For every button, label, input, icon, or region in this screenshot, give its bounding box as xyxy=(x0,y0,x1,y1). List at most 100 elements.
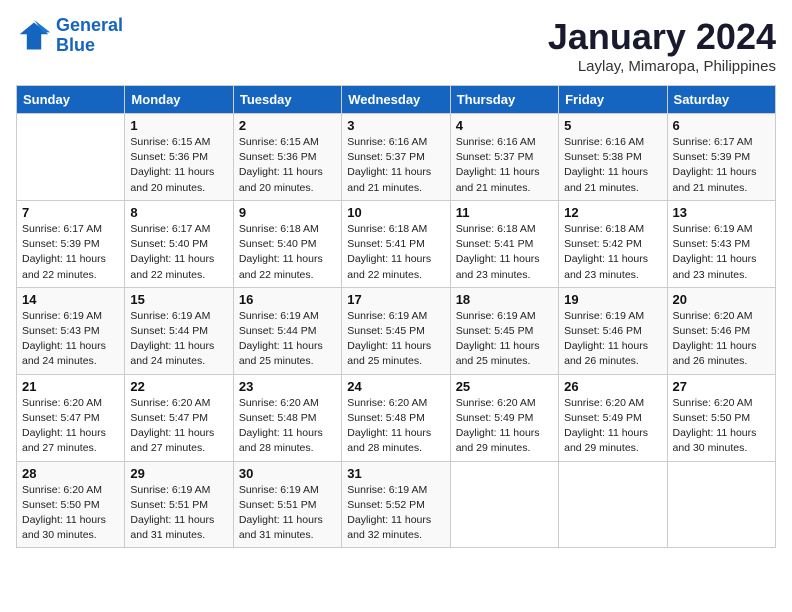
calendar-header-cell: Thursday xyxy=(450,86,558,114)
logo-line1: General xyxy=(56,15,123,35)
calendar-day-cell: 24 Sunrise: 6:20 AMSunset: 5:48 PMDayligh… xyxy=(342,374,450,461)
calendar-day-cell: 19 Sunrise: 6:19 AMSunset: 5:46 PMDayligh… xyxy=(559,287,667,374)
calendar-day-cell: 10 Sunrise: 6:18 AMSunset: 5:41 PMDayligh… xyxy=(342,200,450,287)
calendar-day-cell: 5Sunrise: 6:16 AMSunset: 5:38 PMDaylight… xyxy=(559,114,667,201)
day-number: 28 xyxy=(22,466,119,481)
calendar-week-row: 28 Sunrise: 6:20 AMSunset: 5:50 PMDayligh… xyxy=(17,461,776,548)
day-info: Sunrise: 6:17 AMSunset: 5:39 PMDaylight:… xyxy=(673,135,770,196)
calendar-day-cell: 14 Sunrise: 6:19 AMSunset: 5:43 PMDayligh… xyxy=(17,287,125,374)
day-info: Sunrise: 6:17 AMSunset: 5:39 PMDaylight:… xyxy=(22,222,119,283)
calendar-day-cell: 28 Sunrise: 6:20 AMSunset: 5:50 PMDayligh… xyxy=(17,461,125,548)
day-number: 20 xyxy=(673,292,770,307)
day-info: Sunrise: 6:19 AMSunset: 5:43 PMDaylight:… xyxy=(22,309,119,370)
day-info: Sunrise: 6:19 AMSunset: 5:45 PMDaylight:… xyxy=(456,309,553,370)
calendar-header-cell: Monday xyxy=(125,86,233,114)
day-info: Sunrise: 6:17 AMSunset: 5:40 PMDaylight:… xyxy=(130,222,227,283)
calendar-day-cell: 25Sunrise: 6:20 AMSunset: 5:49 PMDayligh… xyxy=(450,374,558,461)
day-number: 11 xyxy=(456,205,553,220)
calendar-day-cell: 30Sunrise: 6:19 AMSunset: 5:51 PMDayligh… xyxy=(233,461,341,548)
calendar-day-cell: 21 Sunrise: 6:20 AMSunset: 5:47 PMDayligh… xyxy=(17,374,125,461)
day-info: Sunrise: 6:20 AMSunset: 5:46 PMDaylight:… xyxy=(673,309,770,370)
calendar-day-cell xyxy=(667,461,775,548)
day-info: Sunrise: 6:16 AMSunset: 5:38 PMDaylight:… xyxy=(564,135,661,196)
calendar-header-cell: Sunday xyxy=(17,86,125,114)
day-number: 24 xyxy=(347,379,444,394)
calendar-day-cell: 31 Sunrise: 6:19 AMSunset: 5:52 PMDayligh… xyxy=(342,461,450,548)
calendar-day-cell: 1Sunrise: 6:15 AMSunset: 5:36 PMDaylight… xyxy=(125,114,233,201)
day-number: 19 xyxy=(564,292,661,307)
calendar-day-cell: 29 Sunrise: 6:19 AMSunset: 5:51 PMDayligh… xyxy=(125,461,233,548)
calendar-header-row: SundayMondayTuesdayWednesdayThursdayFrid… xyxy=(17,86,776,114)
day-info: Sunrise: 6:20 AMSunset: 5:47 PMDaylight:… xyxy=(130,396,227,457)
calendar-header-cell: Wednesday xyxy=(342,86,450,114)
day-number: 21 xyxy=(22,379,119,394)
day-info: Sunrise: 6:20 AMSunset: 5:48 PMDaylight:… xyxy=(239,396,336,457)
calendar-day-cell: 20 Sunrise: 6:20 AMSunset: 5:46 PMDayligh… xyxy=(667,287,775,374)
day-number: 4 xyxy=(456,118,553,133)
day-number: 31 xyxy=(347,466,444,481)
day-info: Sunrise: 6:20 AMSunset: 5:49 PMDaylight:… xyxy=(456,396,553,457)
calendar-day-cell: 22Sunrise: 6:20 AMSunset: 5:47 PMDayligh… xyxy=(125,374,233,461)
day-info: Sunrise: 6:20 AMSunset: 5:49 PMDaylight:… xyxy=(564,396,661,457)
day-number: 9 xyxy=(239,205,336,220)
calendar-day-cell: 7 Sunrise: 6:17 AMSunset: 5:39 PMDaylight… xyxy=(17,200,125,287)
day-info: Sunrise: 6:19 AMSunset: 5:52 PMDaylight:… xyxy=(347,483,444,544)
day-info: Sunrise: 6:19 AMSunset: 5:51 PMDaylight:… xyxy=(239,483,336,544)
calendar-week-row: 1Sunrise: 6:15 AMSunset: 5:36 PMDaylight… xyxy=(17,114,776,201)
calendar-day-cell: 3Sunrise: 6:16 AMSunset: 5:37 PMDaylight… xyxy=(342,114,450,201)
calendar-day-cell: 12 Sunrise: 6:18 AMSunset: 5:42 PMDayligh… xyxy=(559,200,667,287)
logo-text: General Blue xyxy=(56,16,123,56)
calendar-day-cell: 16Sunrise: 6:19 AMSunset: 5:44 PMDayligh… xyxy=(233,287,341,374)
day-info: Sunrise: 6:20 AMSunset: 5:50 PMDaylight:… xyxy=(22,483,119,544)
day-number: 13 xyxy=(673,205,770,220)
calendar-day-cell: 9 Sunrise: 6:18 AMSunset: 5:40 PMDaylight… xyxy=(233,200,341,287)
day-number: 23 xyxy=(239,379,336,394)
calendar-day-cell: 13 Sunrise: 6:19 AMSunset: 5:43 PMDayligh… xyxy=(667,200,775,287)
day-info: Sunrise: 6:19 AMSunset: 5:51 PMDaylight:… xyxy=(130,483,227,544)
day-info: Sunrise: 6:15 AMSunset: 5:36 PMDaylight:… xyxy=(239,135,336,196)
day-info: Sunrise: 6:18 AMSunset: 5:42 PMDaylight:… xyxy=(564,222,661,283)
logo: General Blue xyxy=(16,16,123,56)
calendar-day-cell xyxy=(17,114,125,201)
calendar-week-row: 14 Sunrise: 6:19 AMSunset: 5:43 PMDayligh… xyxy=(17,287,776,374)
day-number: 12 xyxy=(564,205,661,220)
day-number: 29 xyxy=(130,466,227,481)
day-number: 10 xyxy=(347,205,444,220)
day-info: Sunrise: 6:19 AMSunset: 5:46 PMDaylight:… xyxy=(564,309,661,370)
calendar-day-cell: 27Sunrise: 6:20 AMSunset: 5:50 PMDayligh… xyxy=(667,374,775,461)
calendar-day-cell: 6 Sunrise: 6:17 AMSunset: 5:39 PMDaylight… xyxy=(667,114,775,201)
day-number: 18 xyxy=(456,292,553,307)
day-number: 6 xyxy=(673,118,770,133)
logo-icon xyxy=(16,18,52,54)
calendar-title: January 2024 xyxy=(548,16,776,58)
day-info: Sunrise: 6:20 AMSunset: 5:47 PMDaylight:… xyxy=(22,396,119,457)
day-info: Sunrise: 6:16 AMSunset: 5:37 PMDaylight:… xyxy=(456,135,553,196)
day-info: Sunrise: 6:15 AMSunset: 5:36 PMDaylight:… xyxy=(130,135,227,196)
header: General Blue January 2024 Laylay, Mimaro… xyxy=(16,16,776,75)
calendar-day-cell: 8Sunrise: 6:17 AMSunset: 5:40 PMDaylight… xyxy=(125,200,233,287)
day-info: Sunrise: 6:19 AMSunset: 5:43 PMDaylight:… xyxy=(673,222,770,283)
day-info: Sunrise: 6:19 AMSunset: 5:44 PMDaylight:… xyxy=(239,309,336,370)
calendar-week-row: 21 Sunrise: 6:20 AMSunset: 5:47 PMDayligh… xyxy=(17,374,776,461)
day-info: Sunrise: 6:19 AMSunset: 5:45 PMDaylight:… xyxy=(347,309,444,370)
day-info: Sunrise: 6:18 AMSunset: 5:41 PMDaylight:… xyxy=(347,222,444,283)
calendar-table: SundayMondayTuesdayWednesdayThursdayFrid… xyxy=(16,85,776,548)
day-number: 3 xyxy=(347,118,444,133)
day-number: 26 xyxy=(564,379,661,394)
calendar-day-cell xyxy=(450,461,558,548)
title-area: January 2024 Laylay, Mimaropa, Philippin… xyxy=(548,16,776,75)
calendar-day-cell: 15Sunrise: 6:19 AMSunset: 5:44 PMDayligh… xyxy=(125,287,233,374)
day-info: Sunrise: 6:18 AMSunset: 5:40 PMDaylight:… xyxy=(239,222,336,283)
day-number: 7 xyxy=(22,205,119,220)
calendar-day-cell: 17Sunrise: 6:19 AMSunset: 5:45 PMDayligh… xyxy=(342,287,450,374)
calendar-header-cell: Friday xyxy=(559,86,667,114)
calendar-day-cell: 26 Sunrise: 6:20 AMSunset: 5:49 PMDayligh… xyxy=(559,374,667,461)
calendar-header-cell: Tuesday xyxy=(233,86,341,114)
day-info: Sunrise: 6:18 AMSunset: 5:41 PMDaylight:… xyxy=(456,222,553,283)
day-number: 14 xyxy=(22,292,119,307)
day-number: 2 xyxy=(239,118,336,133)
calendar-day-cell: 18 Sunrise: 6:19 AMSunset: 5:45 PMDayligh… xyxy=(450,287,558,374)
day-number: 15 xyxy=(130,292,227,307)
day-number: 27 xyxy=(673,379,770,394)
day-info: Sunrise: 6:20 AMSunset: 5:48 PMDaylight:… xyxy=(347,396,444,457)
